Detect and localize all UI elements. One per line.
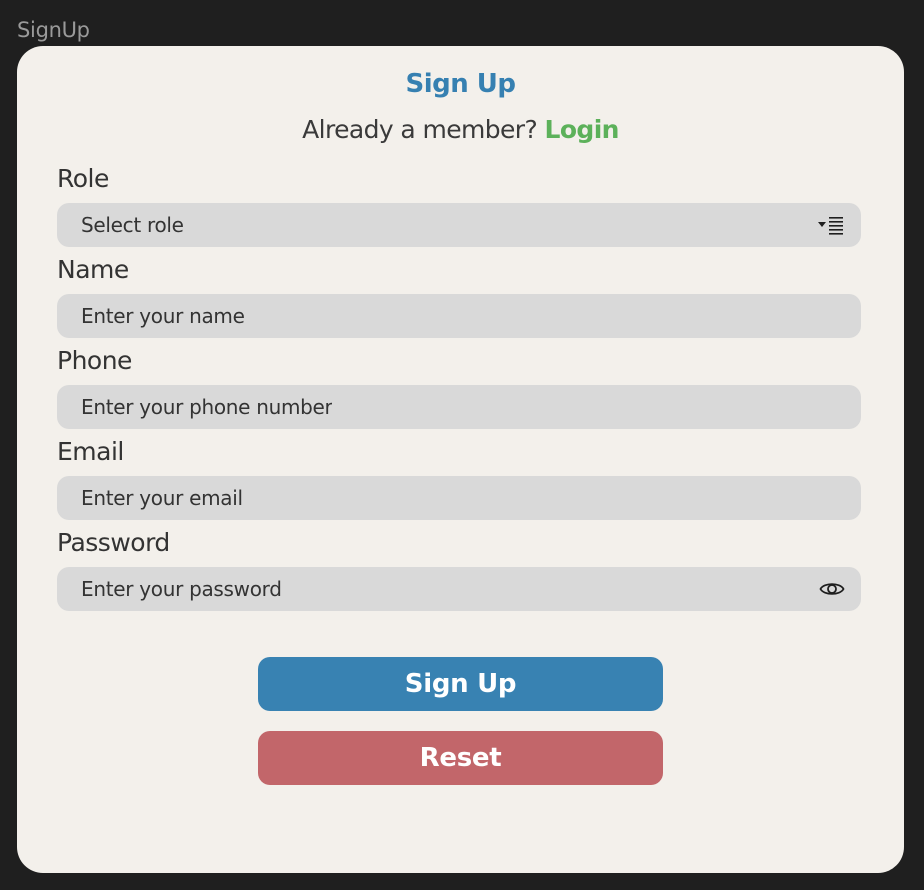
name-input-placeholder: Enter your name <box>81 304 245 328</box>
email-input[interactable]: Enter your email <box>57 476 861 520</box>
sign-up-button[interactable]: Sign Up <box>258 657 663 711</box>
dropdown-list-icon <box>817 203 845 247</box>
phone-input[interactable]: Enter your phone number <box>57 385 861 429</box>
email-label: Email <box>57 437 124 466</box>
password-input-placeholder: Enter your password <box>81 577 282 601</box>
login-link[interactable]: Login <box>545 115 620 144</box>
role-select-value: Select role <box>81 213 184 237</box>
member-prompt-text: Already a member? <box>302 115 538 144</box>
phone-label: Phone <box>57 346 132 375</box>
eye-icon[interactable] <box>819 567 845 611</box>
password-label: Password <box>57 528 170 557</box>
role-select[interactable]: Select role <box>57 203 861 247</box>
password-input[interactable]: Enter your password <box>57 567 861 611</box>
name-input[interactable]: Enter your name <box>57 294 861 338</box>
email-input-placeholder: Enter your email <box>81 486 243 510</box>
window-title: SignUp <box>17 18 90 42</box>
name-label: Name <box>57 255 129 284</box>
phone-input-placeholder: Enter your phone number <box>81 395 333 419</box>
signup-card: Sign Up Already a member? Login Role Sel… <box>17 46 904 873</box>
member-prompt-line: Already a member? Login <box>17 114 904 146</box>
form-title: Sign Up <box>405 69 516 99</box>
role-label: Role <box>57 164 109 193</box>
reset-button[interactable]: Reset <box>258 731 663 785</box>
